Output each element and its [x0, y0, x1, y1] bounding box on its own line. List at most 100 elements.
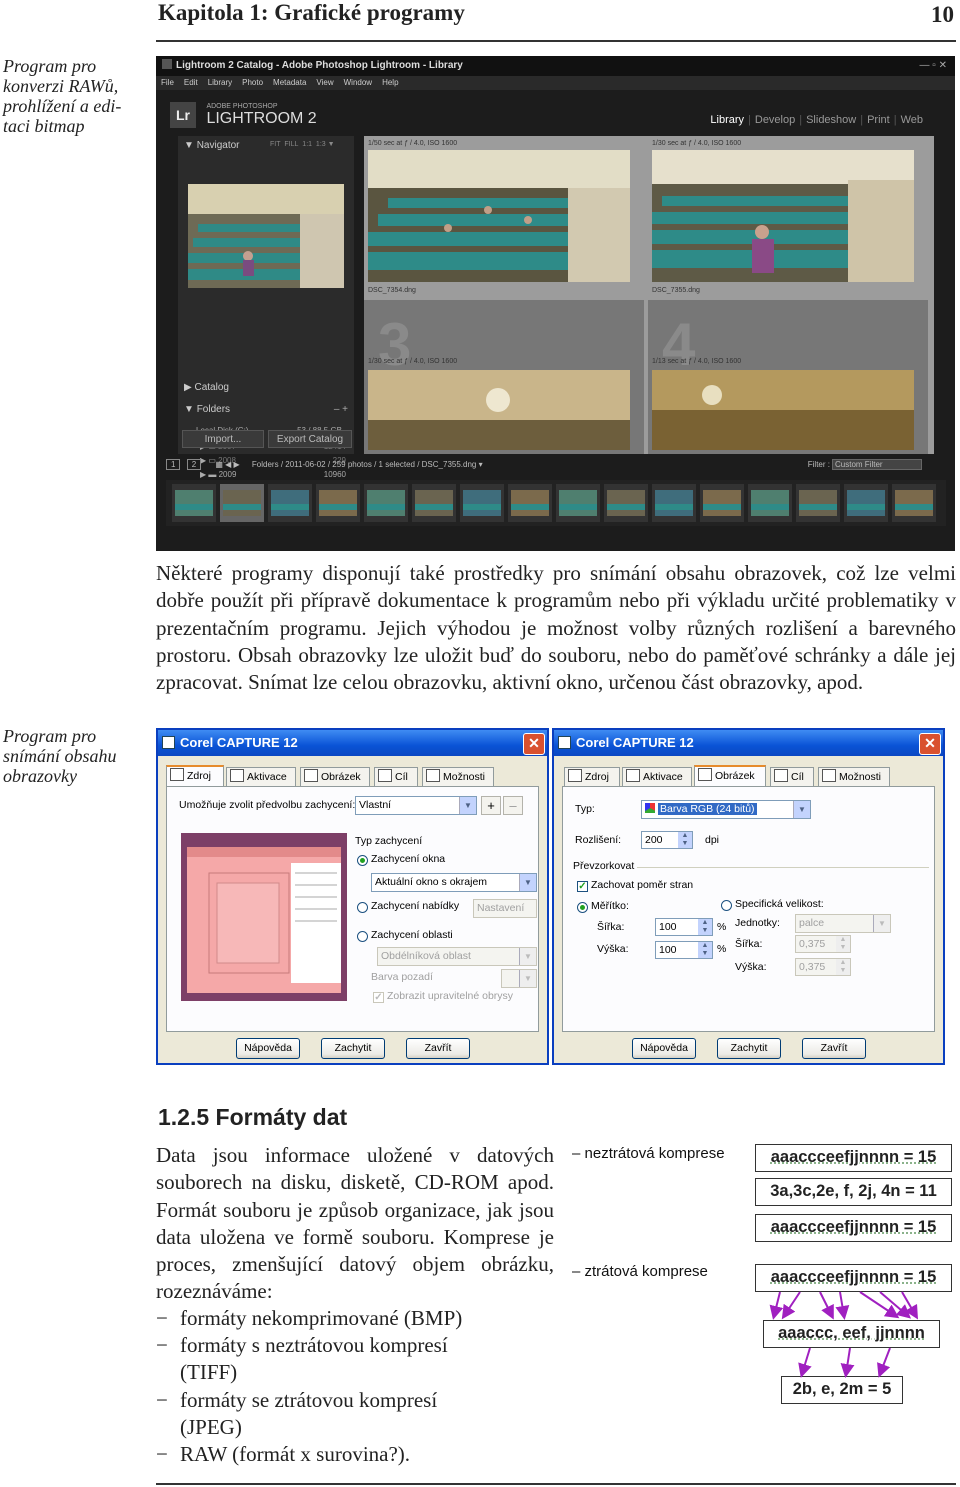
close-button[interactable]: Zavřít — [802, 1038, 866, 1059]
compression-arrow — [769, 1291, 784, 1320]
menu-photo[interactable]: Photo — [242, 78, 263, 87]
width-spinner[interactable]: 100 ▲ ▼ — [655, 918, 713, 936]
folders-add-icon[interactable]: – + — [334, 404, 348, 415]
units-select[interactable]: palce ▼ — [795, 914, 891, 933]
filmstrip-thumb — [367, 490, 405, 516]
filter-select[interactable]: Custom Filter — [832, 459, 922, 470]
tab-cil[interactable]: Cíl — [374, 767, 418, 786]
grid-cell[interactable]: 4 1/13 sec at ƒ / 4.0, ISO 1600 — [648, 300, 928, 454]
specific-width-spinner[interactable]: 0,375 ▲ ▼ — [795, 935, 851, 953]
height-spinner[interactable]: 100 ▲ ▼ — [655, 941, 713, 959]
close-icon[interactable]: ✕ — [523, 733, 545, 755]
dialog-tabs: Zdroj Aktivace Obrázek Cíl Možnosti — [562, 765, 935, 787]
filter-label: Filter : — [807, 460, 830, 469]
lr-logo-icon: Lr — [170, 102, 196, 128]
help-button[interactable]: Nápověda — [632, 1038, 696, 1059]
close-button[interactable]: Zavřít — [406, 1038, 470, 1059]
radio-specific-size-label[interactable]: Specifická velikost: — [735, 898, 824, 910]
preset-select[interactable]: Vlastní ▼ — [355, 796, 477, 815]
radio-menu[interactable] — [357, 902, 368, 913]
radio-scale[interactable] — [577, 902, 588, 913]
breadcrumb[interactable]: Folders / 2011-06-02 / 259 photos / 1 se… — [252, 460, 483, 469]
radio-window-label[interactable]: Zachycení okna — [371, 853, 445, 865]
lr-module-picker: Library | Develop | Slideshow | Print | Web — [710, 114, 923, 126]
grid-cell[interactable]: 1/50 sec at ƒ / 4.0, ISO 1600 DSC_7354.d… — [364, 140, 644, 296]
radio-area-label[interactable]: Zachycení oblasti — [371, 929, 453, 941]
grid-cell[interactable]: 3 1/30 sec at ƒ / 4.0, ISO 1600 — [364, 300, 644, 454]
window-select[interactable]: Aktuální okno s okrajem ▼ — [371, 873, 537, 892]
tab-zdroj[interactable]: Zdroj — [166, 765, 224, 787]
grid-view-icon[interactable]: ▦ ◀ ▶ — [215, 460, 239, 469]
tab-zdroj[interactable]: Zdroj — [564, 767, 620, 786]
compression-arrow — [819, 1291, 834, 1320]
tab-moznosti[interactable]: Možnosti — [818, 767, 890, 786]
tab-obrazek[interactable]: Obrázek — [694, 765, 766, 787]
close-icon[interactable]: ✕ — [919, 733, 941, 755]
box-lossy-output: 2b, e, 2m = 5 — [781, 1376, 903, 1404]
photo-lecture-hall — [652, 150, 914, 282]
dialog-titlebar[interactable]: Corel CAPTURE 12 ✕ — [158, 730, 547, 756]
filmstrip-thumb — [559, 490, 597, 516]
catalog-header[interactable]: ▶ Catalog — [184, 382, 229, 393]
settings-button[interactable]: Nastavení — [473, 899, 537, 918]
capture-button[interactable]: Zachytit — [717, 1038, 781, 1059]
resolution-spinner[interactable]: 200 ▲ ▼ — [641, 831, 693, 849]
filmstrip-thumb-seats — [895, 504, 933, 510]
navigator-zoom[interactable]: FIT FILL 1:1 1:3 ▼ — [270, 141, 335, 148]
dialog-titlebar[interactable]: Corel CAPTURE 12 ✕ — [554, 730, 943, 756]
box-lossy-input: aaaccceefjjnnnn = 15 — [755, 1264, 952, 1292]
navigator-header[interactable]: ▼ Navigator — [184, 140, 240, 151]
add-preset-button[interactable]: + — [481, 796, 501, 815]
color-type-select[interactable]: Barva RGB (24 bitů) ▼ — [641, 800, 811, 819]
module-library[interactable]: Library — [710, 114, 744, 126]
radio-menu-label[interactable]: Zachycení nabídky — [371, 900, 459, 912]
tab-cil[interactable]: Cíl — [770, 767, 814, 786]
help-button[interactable]: Nápověda — [236, 1038, 300, 1059]
photo-lecture-hall — [652, 370, 914, 450]
radio-area[interactable] — [357, 931, 368, 942]
show-outline-checkbox[interactable]: ✓ — [373, 992, 384, 1003]
view-2-button[interactable]: 2 — [186, 459, 202, 470]
radio-scale-label[interactable]: Měřítko: — [591, 900, 629, 912]
export-catalog-button[interactable]: Export Catalog — [268, 430, 352, 448]
menu-window[interactable]: Window — [344, 78, 372, 87]
module-slideshow[interactable]: Slideshow — [806, 114, 856, 126]
remove-preset-button[interactable]: – — [503, 796, 523, 815]
bg-color-label: Barva pozadí — [371, 971, 433, 983]
menu-edit[interactable]: Edit — [184, 78, 198, 87]
module-print[interactable]: Print — [867, 114, 890, 126]
menu-file[interactable]: File — [161, 78, 174, 87]
specific-height-spinner[interactable]: 0,375 ▲ ▼ — [795, 958, 851, 976]
keep-ratio-checkbox[interactable]: ✓ — [577, 881, 588, 892]
lightroom-screenshot: Lightroom 2 Catalog - Adobe Photoshop Li… — [156, 56, 955, 551]
tab-obrazek[interactable]: Obrázek — [300, 767, 370, 786]
module-web[interactable]: Web — [901, 114, 923, 126]
grid-cell-selected[interactable]: 1/30 sec at ƒ / 4.0, ISO 1600 DSC_7355.d… — [648, 140, 928, 296]
menu-metadata[interactable]: Metadata — [273, 78, 306, 87]
filmstrip-thumb — [751, 490, 789, 516]
tab-aktivace[interactable]: Aktivace — [622, 767, 692, 786]
folders-header[interactable]: ▼ Folders — [184, 404, 230, 415]
filmstrip-thumbnails[interactable] — [166, 480, 946, 526]
view-1-button[interactable]: 1 — [166, 459, 181, 470]
bg-color-picker[interactable]: ▼ — [501, 969, 537, 988]
area-select[interactable]: Obdélníková oblast ▼ — [377, 947, 537, 966]
import-button[interactable]: Import... — [182, 430, 264, 448]
radio-window[interactable] — [357, 855, 368, 866]
module-develop[interactable]: Develop — [755, 114, 795, 126]
tab-aktivace[interactable]: Aktivace — [226, 767, 296, 786]
preset-label: Umožňuje zvolit předvolbu zachycení: — [179, 799, 356, 811]
resolution-label: Rozlišení: — [575, 834, 622, 846]
show-outline-label[interactable]: Zobrazit upravitelné obrysy — [387, 990, 513, 1002]
menu-view[interactable]: View — [316, 78, 333, 87]
margin-note-line: taci bitmap — [3, 116, 85, 136]
tab-moznosti[interactable]: Možnosti — [422, 767, 494, 786]
window-controls-icon[interactable]: — ▫ ✕ — [920, 56, 947, 76]
menu-help[interactable]: Help — [382, 78, 398, 87]
keep-ratio-label[interactable]: Zachovat poměr stran — [591, 879, 693, 891]
radio-specific-size[interactable] — [721, 900, 732, 911]
menu-library[interactable]: Library — [208, 78, 232, 87]
capture-button[interactable]: Zachytit — [321, 1038, 385, 1059]
group-divider — [637, 867, 929, 868]
navigator-thumbnail[interactable] — [188, 184, 344, 288]
